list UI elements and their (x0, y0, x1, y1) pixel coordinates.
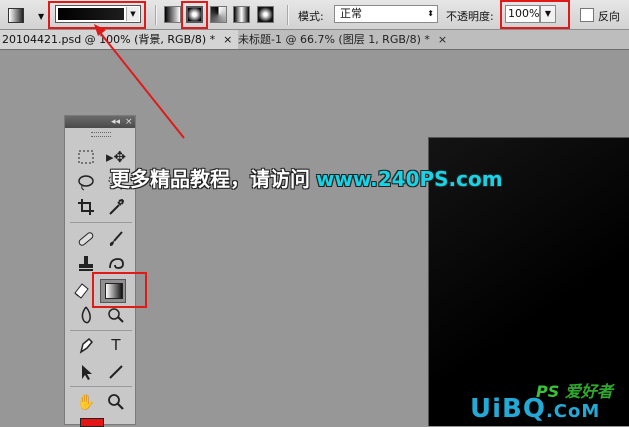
uibq-logo-text: UiBQ (470, 394, 546, 424)
site-promo-text: 更多精品教程，请访问 www.240PS.com (110, 163, 503, 192)
promo-label: 更多精品教程，请访问 (110, 167, 310, 191)
uibq-logo-domain: .CoM (545, 401, 601, 422)
promo-url: www.240PS.com (316, 167, 503, 191)
annotation-arrow (94, 24, 185, 139)
uibq-logo: UiBQ.CoM (470, 394, 600, 424)
